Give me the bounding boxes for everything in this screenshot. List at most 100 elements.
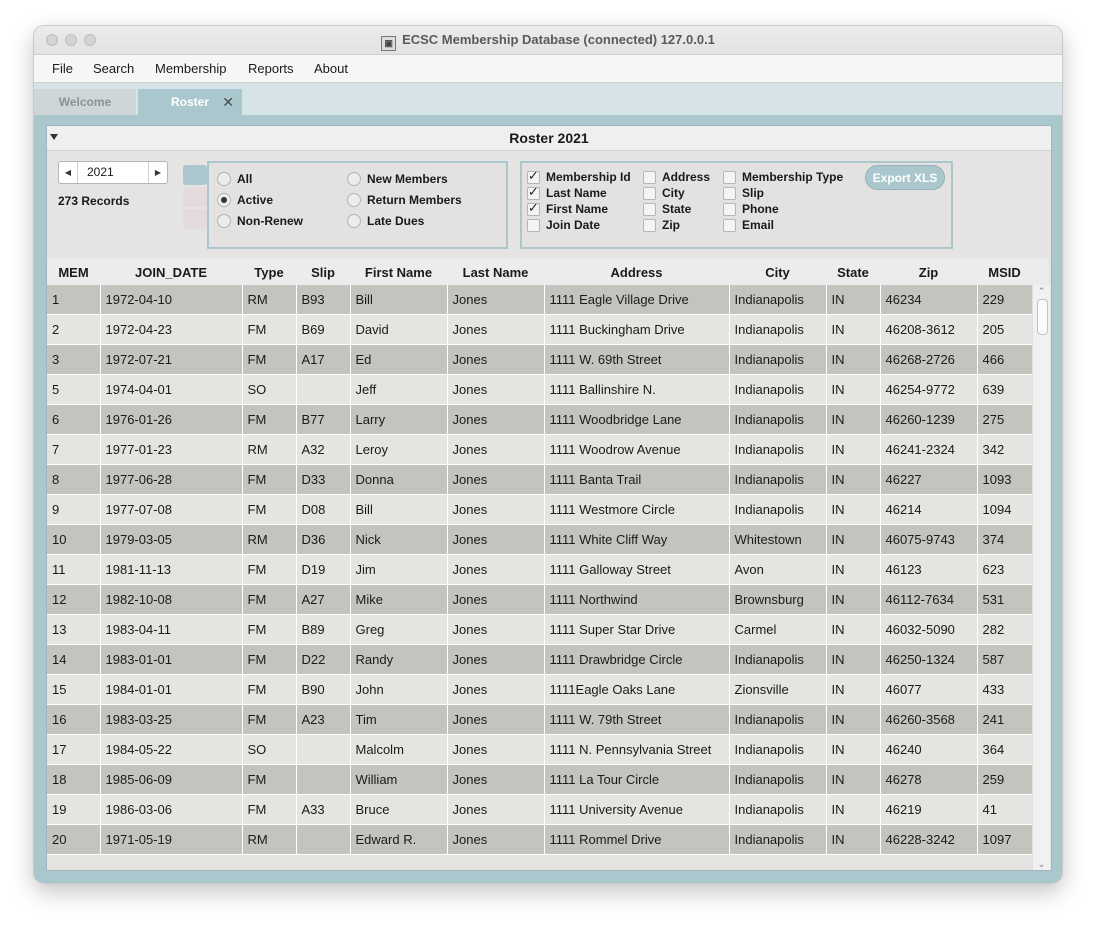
cell-last-name[interactable]: Jones xyxy=(447,314,545,345)
cell-address[interactable]: 1111 Northwind xyxy=(544,584,730,615)
cell-zip[interactable]: 46260-1239 xyxy=(880,404,978,435)
cell-mem[interactable]: 7 xyxy=(47,434,101,465)
cell-slip[interactable]: A32 xyxy=(296,434,351,465)
cell-type[interactable]: RM xyxy=(242,434,297,465)
field-membership-type-checkbox[interactable] xyxy=(723,171,736,184)
tab-roster[interactable]: Roster ✕ xyxy=(138,89,242,115)
table-row[interactable]: 7 1977-01-23 RM A32 Leroy Jones 1111 Woodrow A… xyxy=(47,434,1033,465)
cell-slip[interactable]: D33 xyxy=(296,464,351,495)
cell-city[interactable]: Indianapolis xyxy=(729,434,827,465)
cell-first-name[interactable]: Malcolm xyxy=(350,734,448,765)
cell-mem[interactable]: 20 xyxy=(47,824,101,855)
filter-new-members[interactable]: New Members xyxy=(347,172,448,186)
table-scrollbar[interactable]: ⌃ ⌄ xyxy=(1032,285,1050,870)
filter-new-members-radio[interactable] xyxy=(347,172,361,186)
table-row[interactable]: 3 1972-07-21 FM A17 Ed Jones 1111 W. 69th Stre… xyxy=(47,344,1033,375)
cell-address[interactable]: 1111 Eagle Village Drive xyxy=(544,285,730,315)
cell-msid[interactable]: 275 xyxy=(977,404,1033,435)
cell-last-name[interactable]: Jones xyxy=(447,794,545,825)
cell-slip[interactable]: D08 xyxy=(296,494,351,525)
cell-address[interactable]: 1111 Woodbridge Lane xyxy=(544,404,730,435)
cell-slip[interactable]: D22 xyxy=(296,644,351,675)
cell-zip[interactable]: 46234 xyxy=(880,285,978,315)
cell-last-name[interactable]: Jones xyxy=(447,734,545,765)
field-city-checkbox[interactable] xyxy=(643,187,656,200)
cell-city[interactable]: Indianapolis xyxy=(729,344,827,375)
column-header-type[interactable]: Type xyxy=(242,259,296,285)
cell-first-name[interactable]: Tim xyxy=(350,704,448,735)
filter-all-radio[interactable] xyxy=(217,172,231,186)
table-row[interactable]: 18 1985-06-09 FM William Jones 1111 La Tour C… xyxy=(47,764,1033,795)
cell-first-name[interactable]: Greg xyxy=(350,614,448,645)
cell-type[interactable]: FM xyxy=(242,674,297,705)
cell-msid[interactable]: 41 xyxy=(977,794,1033,825)
cell-type[interactable]: RM xyxy=(242,824,297,855)
cell-mem[interactable]: 10 xyxy=(47,524,101,555)
cell-state[interactable]: IN xyxy=(826,614,881,645)
cell-last-name[interactable]: Jones xyxy=(447,764,545,795)
cell-mem[interactable]: 5 xyxy=(47,374,101,405)
cell-type[interactable]: FM xyxy=(242,794,297,825)
cell-last-name[interactable]: Jones xyxy=(447,644,545,675)
cell-join-date[interactable]: 1984-01-01 xyxy=(100,674,243,705)
cell-mem[interactable]: 2 xyxy=(47,314,101,345)
cell-address[interactable]: 1111Eagle Oaks Lane xyxy=(544,674,730,705)
cell-slip[interactable] xyxy=(296,764,351,795)
cell-mem[interactable]: 18 xyxy=(47,764,101,795)
cell-msid[interactable]: 1097 xyxy=(977,824,1033,855)
cell-type[interactable]: FM xyxy=(242,464,297,495)
column-header-state[interactable]: State xyxy=(826,259,880,285)
cell-city[interactable]: Indianapolis xyxy=(729,644,827,675)
cell-city[interactable]: Avon xyxy=(729,554,827,585)
filter-all[interactable]: All xyxy=(217,172,252,186)
cell-mem[interactable]: 1 xyxy=(47,285,101,315)
filter-late-dues[interactable]: Late Dues xyxy=(347,214,424,228)
panel-header[interactable]: Roster 2021 xyxy=(47,126,1051,151)
cell-first-name[interactable]: Donna xyxy=(350,464,448,495)
column-header-mem[interactable]: MEM xyxy=(47,259,100,285)
field-zip-checkbox[interactable] xyxy=(643,219,656,232)
table-row[interactable]: 2 1972-04-23 FM B69 David Jones 1111 Buckingha… xyxy=(47,314,1033,345)
cell-address[interactable]: 1111 Banta Trail xyxy=(544,464,730,495)
tab-welcome[interactable]: Welcome xyxy=(34,89,136,115)
cell-zip[interactable]: 46227 xyxy=(880,464,978,495)
cell-join-date[interactable]: 1983-03-25 xyxy=(100,704,243,735)
cell-last-name[interactable]: Jones xyxy=(447,374,545,405)
column-header-msid[interactable]: MSID xyxy=(977,259,1032,285)
cell-zip[interactable]: 46032-5090 xyxy=(880,614,978,645)
cell-join-date[interactable]: 1979-03-05 xyxy=(100,524,243,555)
cell-state[interactable]: IN xyxy=(826,404,881,435)
table-row[interactable]: 13 1983-04-11 FM B89 Greg Jones 1111 Super Sta… xyxy=(47,614,1033,645)
cell-mem[interactable]: 17 xyxy=(47,734,101,765)
cell-last-name[interactable]: Jones xyxy=(447,464,545,495)
cell-msid[interactable]: 342 xyxy=(977,434,1033,465)
cell-city[interactable]: Indianapolis xyxy=(729,464,827,495)
field-membership-id[interactable]: Membership Id xyxy=(527,169,631,184)
cell-type[interactable]: FM xyxy=(242,764,297,795)
filter-active-radio[interactable] xyxy=(217,193,231,207)
cell-msid[interactable]: 229 xyxy=(977,285,1033,315)
cell-state[interactable]: IN xyxy=(826,374,881,405)
field-address-checkbox[interactable] xyxy=(643,171,656,184)
table-row[interactable]: 12 1982-10-08 FM A27 Mike Jones 1111 Northwind… xyxy=(47,584,1033,615)
cell-msid[interactable]: 1093 xyxy=(977,464,1033,495)
cell-city[interactable]: Indianapolis xyxy=(729,764,827,795)
scroll-down-icon[interactable]: ⌄ xyxy=(1033,858,1050,870)
menu-file[interactable]: File xyxy=(52,61,73,76)
menu-search[interactable]: Search xyxy=(93,61,134,76)
cell-slip[interactable]: A23 xyxy=(296,704,351,735)
scroll-up-icon[interactable]: ⌃ xyxy=(1033,285,1050,297)
cell-msid[interactable]: 433 xyxy=(977,674,1033,705)
cell-state[interactable]: IN xyxy=(826,794,881,825)
cell-join-date[interactable]: 1972-07-21 xyxy=(100,344,243,375)
cell-state[interactable]: IN xyxy=(826,494,881,525)
cell-mem[interactable]: 9 xyxy=(47,494,101,525)
cell-city[interactable]: Indianapolis xyxy=(729,374,827,405)
cell-city[interactable]: Indianapolis xyxy=(729,314,827,345)
cell-first-name[interactable]: Bill xyxy=(350,494,448,525)
cell-address[interactable]: 1111 Buckingham Drive xyxy=(544,314,730,345)
cell-join-date[interactable]: 1983-04-11 xyxy=(100,614,243,645)
field-first-name[interactable]: First Name xyxy=(527,201,608,216)
field-email-checkbox[interactable] xyxy=(723,219,736,232)
cell-zip[interactable]: 46254-9772 xyxy=(880,374,978,405)
